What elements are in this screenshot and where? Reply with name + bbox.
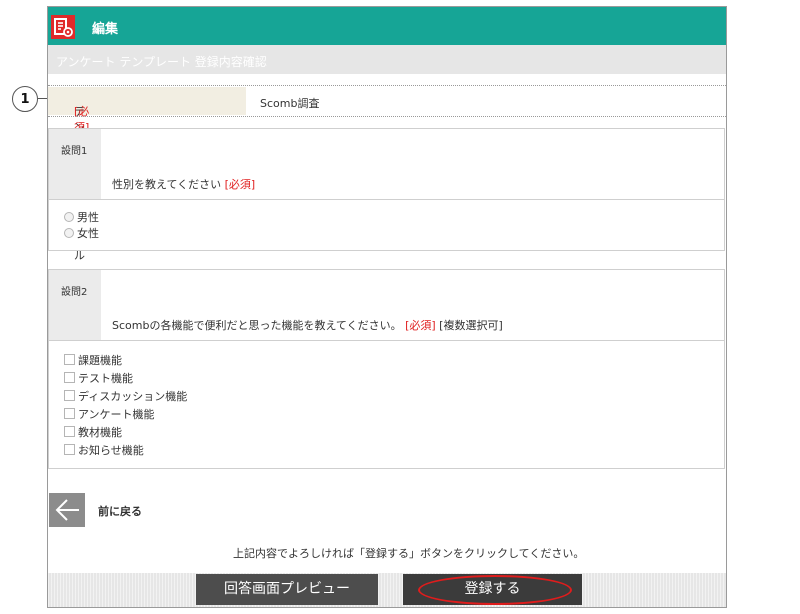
question-2-text: Scombの各機能で便利だと思った機能を教えてください。 bbox=[112, 319, 402, 332]
checkbox-icon[interactable] bbox=[64, 408, 75, 419]
option-label: お知らせ機能 bbox=[78, 444, 144, 457]
panel-header: 編集 bbox=[48, 7, 726, 45]
question-1-box: 設問1 性別を教えてください [必須] 男性 女性 bbox=[48, 128, 725, 251]
highlight-oval bbox=[418, 575, 572, 605]
checkbox-option[interactable]: お知らせ機能 bbox=[64, 443, 144, 459]
radio-button-icon[interactable] bbox=[64, 228, 74, 238]
option-label: 課題機能 bbox=[78, 354, 122, 367]
checkbox-option[interactable]: ディスカッション機能 bbox=[64, 389, 187, 405]
question-1-text: 性別を教えてください bbox=[112, 178, 222, 191]
back-link[interactable]: 前に戻る bbox=[98, 503, 142, 519]
back-arrow-button[interactable] bbox=[49, 493, 85, 527]
question-1-text-row: 性別を教えてください [必須] bbox=[112, 176, 255, 192]
callout-line bbox=[38, 98, 47, 99]
option-label: 男性 bbox=[77, 211, 99, 224]
section-header: アンケート テンプレート 登録内容確認 bbox=[48, 45, 726, 74]
arrow-left-icon bbox=[55, 499, 79, 521]
checkbox-icon[interactable] bbox=[64, 426, 75, 437]
option-label: 教材機能 bbox=[78, 426, 122, 439]
checkbox-icon[interactable] bbox=[64, 444, 75, 455]
question-1-label-cell: 設問1 bbox=[49, 129, 101, 199]
radio-button-icon[interactable] bbox=[64, 212, 74, 222]
question-1-label: 設問1 bbox=[61, 146, 88, 157]
question-2-text-row: Scombの各機能で便利だと思った機能を教えてください。 [必須] [複数選択可… bbox=[112, 317, 503, 333]
option-label: テスト機能 bbox=[78, 372, 133, 385]
checkbox-icon[interactable] bbox=[64, 372, 75, 383]
section-title: アンケート テンプレート 登録内容確認 bbox=[56, 55, 267, 69]
page-title: 編集 bbox=[92, 22, 119, 37]
radio-option-male[interactable]: 男性 bbox=[64, 210, 99, 226]
question-2-label-cell: 設問2 bbox=[49, 270, 101, 340]
divider bbox=[49, 199, 724, 200]
divider bbox=[48, 85, 726, 86]
title-field-row: テンプレートタイトル [必須] Scomb調査 bbox=[48, 87, 726, 262]
checkbox-option[interactable]: 教材機能 bbox=[64, 425, 122, 441]
confirm-note: 上記内容でよろしければ「登録する」ボタンをクリックしてください。 bbox=[233, 547, 585, 560]
multi-select-note: [複数選択可] bbox=[439, 319, 503, 332]
preview-button[interactable]: 回答画面プレビュー bbox=[196, 574, 378, 605]
title-field-label-cell: テンプレートタイトル [必須] bbox=[48, 87, 246, 262]
edit-settings-icon bbox=[51, 15, 75, 39]
radio-option-female[interactable]: 女性 bbox=[64, 226, 99, 242]
required-badge: [必須] bbox=[405, 319, 436, 332]
checkbox-option[interactable]: アンケート機能 bbox=[64, 407, 155, 423]
callout-badge: 1 bbox=[12, 86, 38, 112]
question-2-label: 設問2 bbox=[61, 287, 88, 298]
option-label: ディスカッション機能 bbox=[78, 390, 188, 403]
divider bbox=[49, 340, 724, 341]
divider bbox=[48, 116, 726, 117]
checkbox-option[interactable]: テスト機能 bbox=[64, 371, 133, 387]
option-label: アンケート機能 bbox=[78, 408, 155, 421]
checkbox-icon[interactable] bbox=[64, 354, 75, 365]
edit-panel: 編集 アンケート テンプレート 登録内容確認 テンプレートタイトル [必須] S… bbox=[47, 6, 727, 608]
checkbox-option[interactable]: 課題機能 bbox=[64, 353, 122, 369]
title-field-value: Scomb調査 bbox=[260, 97, 320, 110]
option-label: 女性 bbox=[77, 227, 99, 240]
question-2-box: 設問2 Scombの各機能で便利だと思った機能を教えてください。 [必須] [複… bbox=[48, 269, 725, 469]
button-bar: 回答画面プレビュー 登録する bbox=[48, 573, 726, 607]
required-badge: [必須] bbox=[224, 178, 256, 191]
checkbox-icon[interactable] bbox=[64, 390, 75, 401]
